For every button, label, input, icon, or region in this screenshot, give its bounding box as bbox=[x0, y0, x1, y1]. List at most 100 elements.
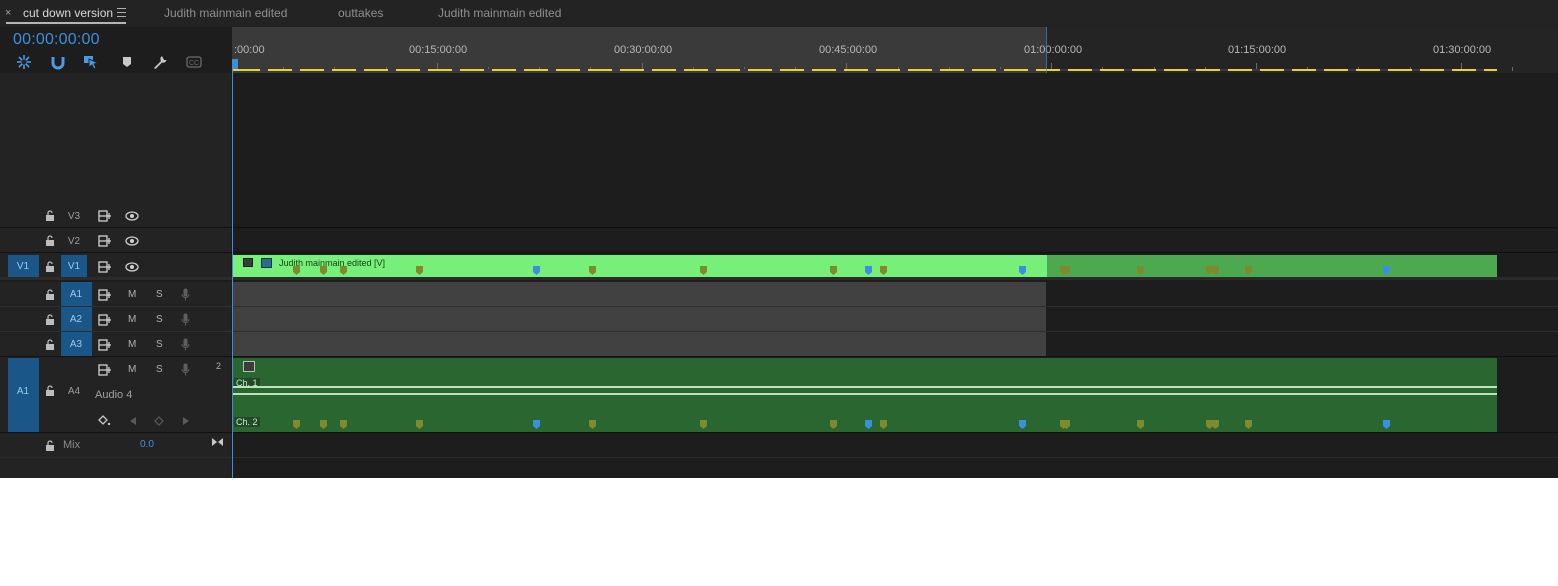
solo-button[interactable]: S bbox=[156, 364, 163, 375]
video-clip-outside-range[interactable] bbox=[1047, 255, 1497, 278]
tab-outtakes[interactable]: outtakes bbox=[338, 0, 383, 27]
sync-lock-icon[interactable] bbox=[98, 235, 112, 247]
eye-icon[interactable] bbox=[125, 236, 139, 246]
solo-button[interactable]: S bbox=[156, 289, 163, 300]
sync-lock-icon[interactable] bbox=[98, 261, 112, 273]
eye-icon[interactable] bbox=[125, 262, 139, 272]
clip-marker[interactable] bbox=[340, 420, 347, 429]
track-target-a3[interactable]: A3 bbox=[61, 332, 92, 357]
clip-marker[interactable] bbox=[589, 420, 596, 429]
sync-lock-icon[interactable] bbox=[98, 289, 112, 301]
microphone-icon[interactable] bbox=[181, 288, 190, 301]
clip-marker[interactable] bbox=[1245, 266, 1252, 275]
source-patch-a1[interactable]: A1 bbox=[8, 358, 39, 432]
clip-marker[interactable] bbox=[533, 420, 540, 429]
track-label[interactable]: A4 bbox=[62, 386, 86, 397]
lock-icon[interactable] bbox=[45, 235, 55, 246]
clip-marker[interactable] bbox=[1212, 420, 1219, 429]
clip-marker[interactable] bbox=[1019, 420, 1026, 429]
time-ruler[interactable]: :00:00 00:15:00:00 00:30:00:00 00:45:00:… bbox=[232, 27, 1558, 73]
video-clip[interactable]: Judith mainmain edited [V] bbox=[233, 255, 1047, 278]
track-target-a2[interactable]: A2 bbox=[61, 307, 92, 332]
lock-icon[interactable] bbox=[45, 314, 55, 325]
clip-marker[interactable] bbox=[1383, 420, 1390, 429]
lock-icon[interactable] bbox=[45, 440, 55, 451]
track-target-a1[interactable]: A1 bbox=[61, 282, 92, 307]
lock-icon[interactable] bbox=[45, 210, 55, 221]
clip-marker[interactable] bbox=[1063, 266, 1070, 275]
previous-keyframe-icon[interactable] bbox=[129, 416, 137, 426]
tab-judith-mainmain-edited[interactable]: Judith mainmain edited bbox=[164, 0, 287, 27]
clip-marker[interactable] bbox=[865, 420, 872, 429]
clip-marker[interactable] bbox=[1137, 420, 1144, 429]
playhead-timecode[interactable]: 00:00:00:00 bbox=[13, 31, 100, 49]
work-area-dash-gap bbox=[1156, 69, 1164, 71]
wrench-settings-icon[interactable] bbox=[152, 54, 168, 70]
clip-marker[interactable] bbox=[416, 266, 423, 275]
clip-marker[interactable] bbox=[533, 266, 540, 275]
solo-button[interactable]: S bbox=[156, 339, 163, 350]
captions-icon[interactable]: CC bbox=[186, 54, 202, 70]
playhead-handle[interactable] bbox=[232, 59, 238, 69]
clip-marker[interactable] bbox=[416, 420, 423, 429]
snap-magnet-icon[interactable] bbox=[50, 54, 66, 70]
source-patch-v1[interactable]: V1 bbox=[8, 255, 39, 278]
clip-marker[interactable] bbox=[865, 266, 872, 275]
lock-icon[interactable] bbox=[45, 339, 55, 350]
clip-marker[interactable] bbox=[1212, 266, 1219, 275]
next-keyframe-icon[interactable] bbox=[182, 416, 190, 426]
clip-marker[interactable] bbox=[880, 266, 887, 275]
lock-icon[interactable] bbox=[45, 261, 55, 272]
clip-marker[interactable] bbox=[1019, 266, 1026, 275]
lock-icon[interactable] bbox=[45, 289, 55, 300]
sync-lock-icon[interactable] bbox=[98, 339, 112, 351]
keyframe-toggle-icon[interactable] bbox=[98, 415, 112, 427]
mute-button[interactable]: M bbox=[128, 339, 136, 350]
nest-icon[interactable] bbox=[16, 54, 32, 70]
mix-collapse-icon[interactable] bbox=[211, 437, 224, 447]
track-target-v1[interactable]: V1 bbox=[61, 255, 87, 278]
clip-marker[interactable] bbox=[293, 266, 300, 275]
clip-marker[interactable] bbox=[320, 266, 327, 275]
mute-button[interactable]: M bbox=[128, 289, 136, 300]
add-marker-icon[interactable] bbox=[119, 54, 135, 70]
clip-marker[interactable] bbox=[1137, 266, 1144, 275]
clip-marker[interactable] bbox=[320, 420, 327, 429]
track-name[interactable]: Audio 4 bbox=[95, 389, 132, 401]
linked-selection-icon[interactable] bbox=[83, 54, 99, 70]
eye-icon[interactable] bbox=[125, 211, 139, 221]
clip-marker[interactable] bbox=[830, 420, 837, 429]
track-label[interactable]: V2 bbox=[62, 236, 86, 247]
clip-marker[interactable] bbox=[293, 420, 300, 429]
playhead-line[interactable] bbox=[232, 59, 233, 478]
solo-button[interactable]: S bbox=[156, 314, 163, 325]
work-area-dash-gap bbox=[292, 69, 300, 71]
mix-volume-value[interactable]: 0.0 bbox=[140, 439, 154, 450]
track-header: A1 A4 M S 2 Audio 4 bbox=[0, 357, 231, 433]
clip-marker[interactable] bbox=[1383, 266, 1390, 275]
work-area-dash-gap bbox=[964, 69, 972, 71]
work-area-dash-gap bbox=[516, 69, 524, 71]
clip-marker[interactable] bbox=[1063, 420, 1070, 429]
microphone-icon[interactable] bbox=[181, 313, 190, 326]
track-label[interactable]: V3 bbox=[62, 211, 86, 222]
clip-marker[interactable] bbox=[880, 420, 887, 429]
sync-lock-icon[interactable] bbox=[98, 364, 112, 376]
clip-marker[interactable] bbox=[340, 266, 347, 275]
lock-icon[interactable] bbox=[45, 385, 55, 396]
add-keyframe-icon[interactable] bbox=[154, 416, 164, 426]
mute-button[interactable]: M bbox=[128, 364, 136, 375]
tab-menu-icon[interactable] bbox=[117, 8, 126, 17]
microphone-icon[interactable] bbox=[181, 363, 190, 376]
clip-marker[interactable] bbox=[700, 420, 707, 429]
mute-button[interactable]: M bbox=[128, 314, 136, 325]
microphone-icon[interactable] bbox=[181, 338, 190, 351]
clip-marker[interactable] bbox=[700, 266, 707, 275]
sync-lock-icon[interactable] bbox=[98, 210, 112, 222]
clip-marker[interactable] bbox=[1245, 420, 1252, 429]
clip-marker[interactable] bbox=[589, 266, 596, 275]
tab-judith-mainmain-edited-2[interactable]: Judith mainmain edited bbox=[438, 0, 561, 27]
clip-marker[interactable] bbox=[830, 266, 837, 275]
sync-lock-icon[interactable] bbox=[98, 314, 112, 326]
ruler-label: 01:00:00:00 bbox=[1024, 44, 1083, 56]
